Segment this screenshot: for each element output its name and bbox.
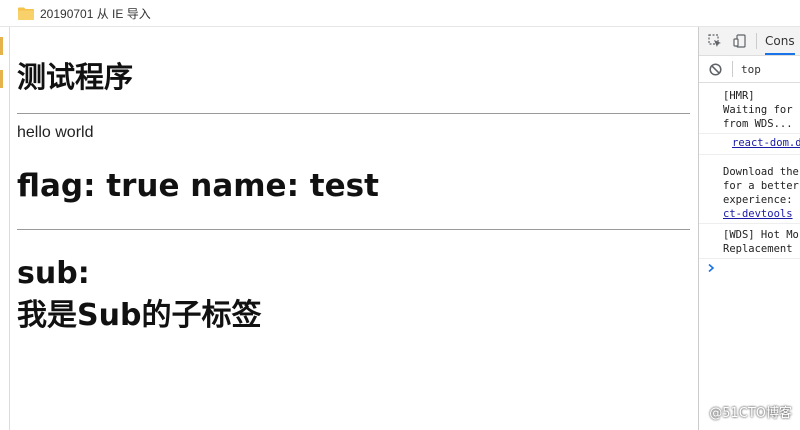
gutter-marker bbox=[0, 37, 3, 55]
device-toggle-button[interactable] bbox=[731, 32, 749, 50]
bookmark-folder[interactable]: 20190701 从 IE 导入 bbox=[18, 3, 151, 23]
horizontal-rule bbox=[17, 229, 690, 230]
devtools-panel: Cons top [HMR] Waiting for from WDS... r… bbox=[698, 27, 800, 430]
folder-icon bbox=[18, 7, 34, 20]
bookmark-bar: 20190701 从 IE 导入 bbox=[0, 0, 800, 27]
flag-name-heading: flag: true name: test bbox=[17, 168, 379, 204]
page-title: 测试程序 bbox=[17, 60, 134, 94]
filter-separator bbox=[732, 61, 733, 77]
tab-console[interactable]: Cons bbox=[765, 27, 795, 55]
console-log-text: Download the for a better experience: bbox=[723, 166, 799, 206]
horizontal-rule bbox=[17, 113, 690, 114]
device-toggle-icon bbox=[733, 34, 746, 48]
left-gutter bbox=[0, 27, 10, 430]
context-selector[interactable]: top bbox=[741, 63, 761, 76]
prompt-chevron-icon bbox=[708, 263, 715, 273]
sub-heading: sub: bbox=[17, 256, 90, 291]
toolbar-separator bbox=[756, 33, 757, 49]
page-content: 测试程序 hello world flag: true name: test s… bbox=[10, 28, 698, 430]
console-log-entry: [WDS] Hot Mo Replacement bbox=[699, 224, 800, 259]
inspect-element-icon bbox=[708, 34, 721, 47]
console-source-link[interactable]: react-dom.d bbox=[699, 134, 800, 155]
devtools-toolbar: Cons bbox=[699, 27, 800, 56]
console-log-entry: [HMR] Waiting for from WDS... bbox=[699, 83, 800, 134]
console-log-entry: Download the for a better experience: ct… bbox=[699, 155, 800, 224]
sub-child-heading: 我是Sub的子标签 bbox=[17, 298, 262, 333]
devtools-link[interactable]: ct-devtools bbox=[723, 208, 793, 220]
hello-text: hello world bbox=[17, 124, 94, 141]
console-filter-bar: top bbox=[699, 56, 800, 83]
inspect-element-button[interactable] bbox=[706, 32, 724, 50]
watermark: @51CTO博客 bbox=[709, 406, 792, 421]
clear-console-button[interactable] bbox=[706, 60, 724, 78]
clear-console-icon bbox=[708, 62, 722, 76]
bookmark-folder-label: 20190701 从 IE 导入 bbox=[40, 6, 151, 21]
gutter-marker bbox=[0, 70, 3, 88]
console-prompt[interactable] bbox=[699, 259, 800, 277]
